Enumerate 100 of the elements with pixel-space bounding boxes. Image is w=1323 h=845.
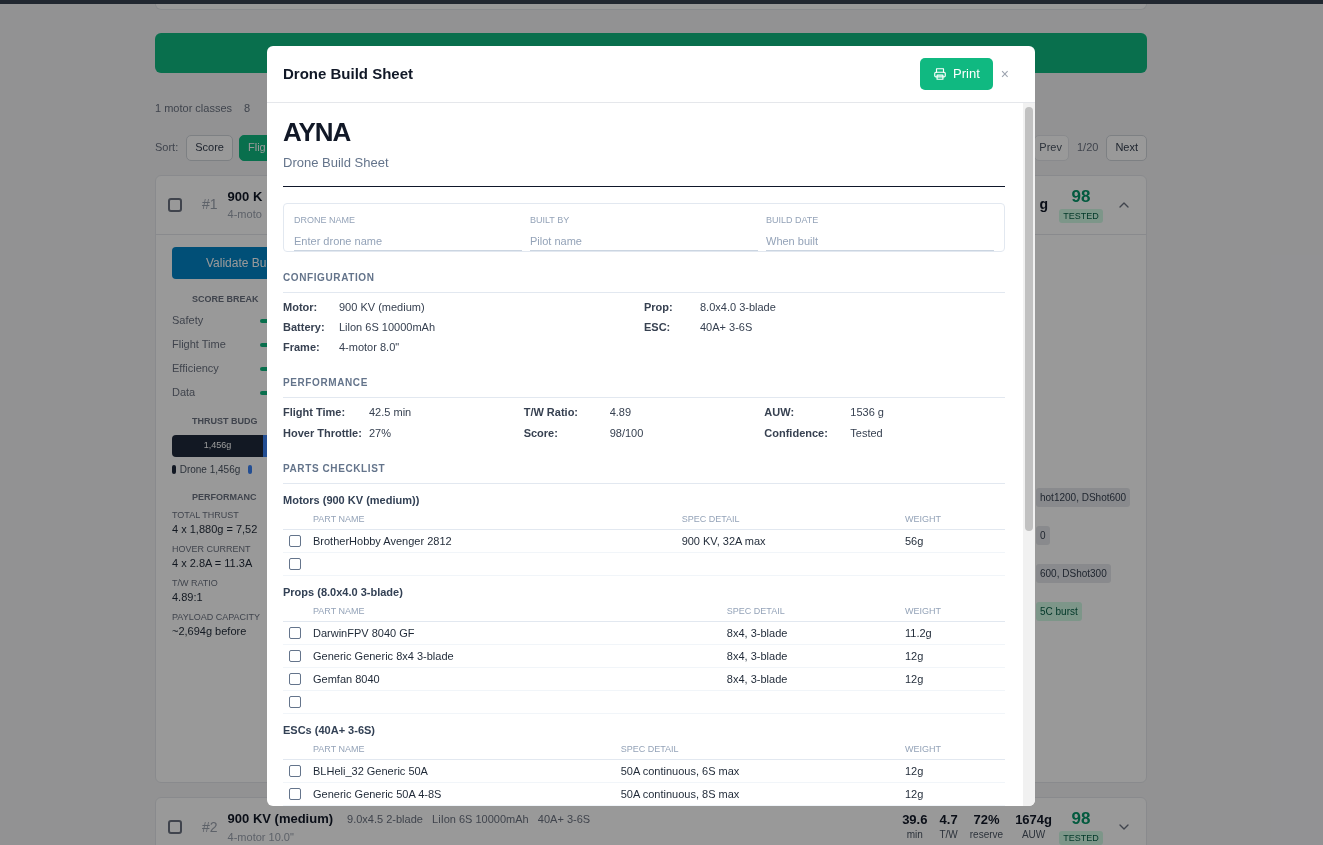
spec-label: T/W Ratio: — [523, 404, 580, 420]
stat-value: 72% — [973, 812, 1000, 827]
table-cell: 8x4, 3-blade — [726, 644, 905, 668]
score-label: Safety — [172, 313, 205, 329]
column-header: WEIGHT — [905, 742, 1005, 760]
field-label: BUILD DATE — [766, 213, 820, 227]
checkbox[interactable] — [289, 558, 301, 570]
stat-value: 39.6 — [902, 812, 928, 827]
column-header: SPEC DETAIL — [620, 742, 905, 760]
column-header: WEIGHT — [905, 604, 1005, 622]
legend-swatch — [248, 464, 252, 474]
stat-value: 1674g — [1015, 812, 1052, 827]
tag: 600, DShot300 — [1036, 563, 1111, 583]
table-cell: 8x4, 3-blade — [726, 667, 905, 691]
rank-number: #1 — [202, 195, 218, 214]
build-title: 900 K — [227, 187, 263, 206]
tag: 5C burst — [1036, 601, 1082, 621]
table-cell: 11.2g — [905, 621, 1005, 645]
status-badge: TESTED — [1059, 831, 1103, 845]
spec-value: 4-motor 8.0" — [339, 339, 400, 355]
close-button[interactable]: × — [1000, 63, 1009, 85]
summary-text: 8 — [244, 101, 251, 116]
checkbox[interactable] — [289, 627, 301, 639]
metric-label: TOTAL THRUST — [172, 508, 239, 521]
scrollbar-thumb[interactable] — [1025, 107, 1033, 531]
table-cell: 12g — [905, 782, 1005, 806]
select-checkbox[interactable] — [168, 197, 182, 212]
checkbox[interactable] — [289, 673, 301, 685]
spec-value: 900 KV (medium) — [339, 299, 425, 315]
table-cell: 50A continuous, 8S max — [620, 782, 905, 806]
select-checkbox[interactable] — [168, 820, 182, 834]
group-title: Motors (900 KV (medium)) — [283, 493, 421, 508]
score-value: 98 — [1071, 809, 1091, 829]
table-cell: 12g — [905, 667, 1005, 691]
checkbox[interactable] — [289, 535, 301, 547]
legend-label: Drone 1,456g — [179, 462, 241, 477]
metric-label: HOVER CURRENT — [172, 542, 251, 555]
spec-label: Battery: — [283, 319, 326, 335]
dialog-title: Drone Build Sheet — [283, 63, 413, 84]
spec-value: 27% — [369, 425, 392, 441]
spec-value: 40A+ 3-6S — [700, 319, 753, 335]
checkbox[interactable] — [289, 788, 301, 800]
column-header: SPEC DETAIL — [681, 512, 905, 530]
metric-label: T/W RATIO — [172, 576, 218, 589]
spec-value: 42.5 min — [369, 404, 412, 420]
metric-label: PAYLOAD CAPACITY — [172, 610, 261, 623]
section-heading: THRUST BUDG — [192, 414, 258, 427]
checkbox[interactable] — [289, 696, 301, 708]
spec-label: Hover Throttle: — [283, 425, 363, 441]
table-cell: 900 KV, 32A max — [681, 529, 905, 553]
score-label: Data — [172, 385, 197, 401]
auw-value: g — [1039, 195, 1048, 214]
metric-value: 4.89:1 — [172, 589, 203, 605]
input-field[interactable]: When built — [766, 231, 994, 251]
build-specs: 9.0x4.5 2-blade LiIon 6S 10000mAh 40A+ 3-6S — [347, 812, 591, 827]
prev-button[interactable]: Prev — [1034, 134, 1069, 161]
section-heading: PERFORMANCE — [283, 377, 368, 388]
score-value: 98 — [1071, 186, 1091, 207]
group-title: ESCs (40A+ 3-6S) — [283, 723, 376, 738]
spec-label: Frame: — [283, 339, 321, 355]
table-cell: BLHeli_32 Generic 50A — [313, 759, 621, 783]
checkbox[interactable] — [289, 765, 301, 777]
spec-label: Prop: — [644, 299, 674, 315]
thrust-bar-segment: 1,456g — [172, 434, 263, 457]
stat-unit: T/W — [939, 828, 958, 842]
scrollbar[interactable] — [1023, 103, 1035, 806]
printer-icon — [933, 67, 948, 81]
column-header: WEIGHT — [905, 512, 1005, 530]
spec-label: Confidence: — [764, 425, 829, 441]
print-button[interactable]: Print — [920, 58, 993, 90]
status-badge: TESTED — [1059, 208, 1103, 223]
section-heading: SCORE BREAK — [192, 292, 259, 305]
spec-label: ESC: — [644, 319, 672, 335]
build-title: 900 KV (medium) — [227, 810, 334, 828]
input-field[interactable]: Enter drone name — [294, 231, 522, 251]
stat-unit: AUW — [1021, 828, 1046, 842]
checkbox[interactable] — [289, 650, 301, 662]
column-header: PART NAME — [313, 742, 621, 760]
sort-option[interactable]: Score — [186, 134, 233, 161]
summary-text: 1 motor classes — [155, 101, 233, 116]
table-cell: 12g — [905, 759, 1005, 783]
input-field[interactable]: Pilot name — [530, 231, 758, 251]
rank-number: #2 — [202, 817, 218, 837]
build-subtitle: 4-moto — [227, 207, 263, 222]
spec-label: Score: — [523, 425, 559, 441]
spec-value: Lilon 6S 10000mAh — [339, 319, 435, 335]
spec-value: 8.0x4.0 3-blade — [700, 299, 776, 315]
table-cell: BrotherHobby Avenger 2812 — [313, 529, 682, 553]
next-button[interactable]: Next — [1106, 134, 1147, 161]
build-subtitle: 4-motor 10.0" — [227, 829, 295, 845]
metric-value: 4 x 1,880g = 7,52 — [172, 521, 258, 537]
validate-button[interactable]: Validate Bu — [172, 246, 268, 279]
group-title: Props (8.0x4.0 3-blade) — [283, 585, 404, 600]
metric-value: ~2,694g before — [172, 623, 247, 639]
table-cell: 8x4, 3-blade — [726, 621, 905, 645]
spec-label: Motor: — [283, 299, 319, 315]
page-indicator: 1/20 — [1076, 140, 1099, 156]
stat-unit: min — [906, 828, 923, 842]
table-cell: 50A continuous, 6S max — [620, 759, 905, 783]
spec-value: 1536 g — [850, 404, 884, 420]
